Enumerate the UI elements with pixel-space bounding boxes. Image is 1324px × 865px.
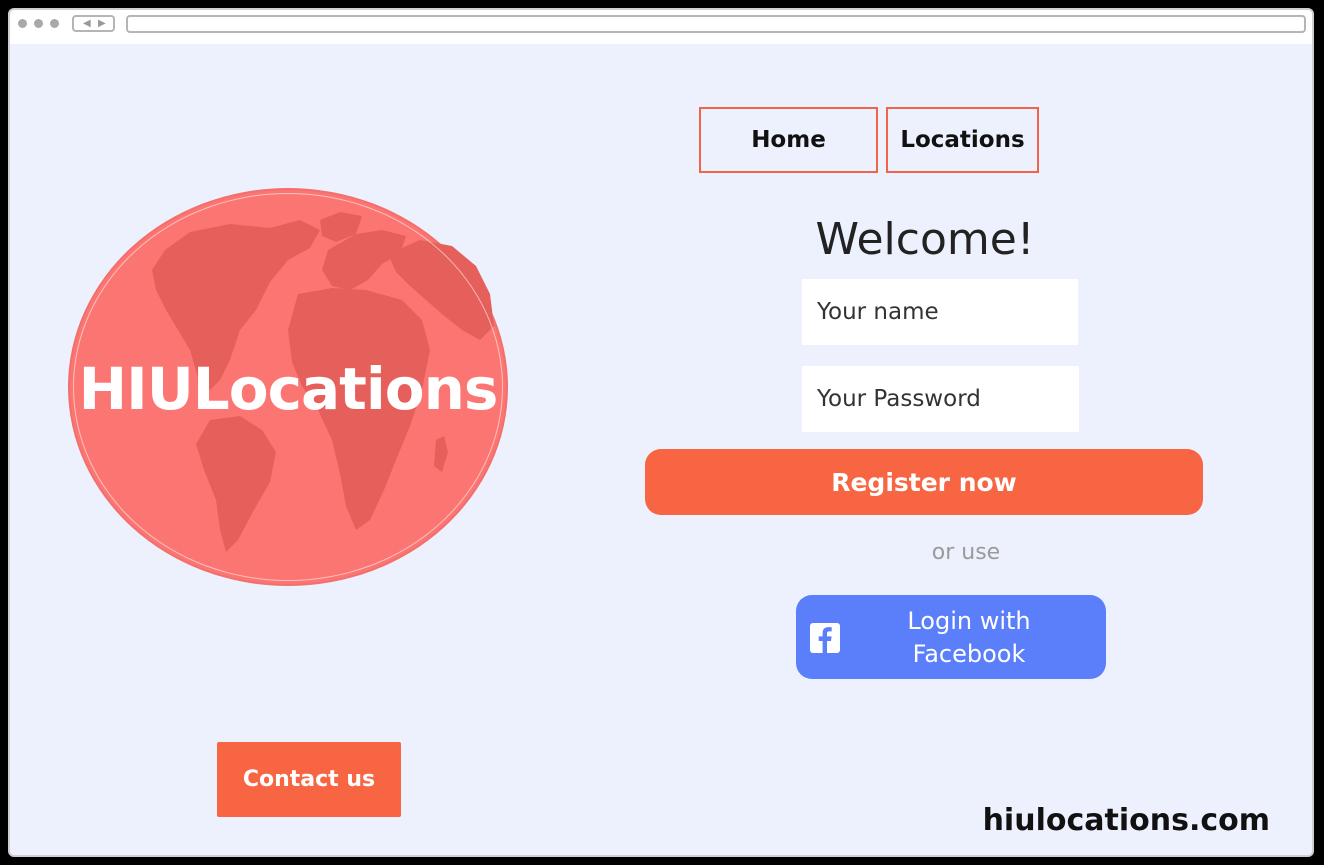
forward-arrow-icon[interactable]: ▶ [98,18,106,30]
browser-window: ◀ ▶ Home Locations HIULocations Welcome!… [8,8,1314,857]
welcome-heading: Welcome! [815,214,1035,265]
facebook-login-label: Login with Facebook [907,607,1031,668]
facebook-icon [810,623,840,653]
browser-chrome: ◀ ▶ [10,10,1312,44]
site-domain: hiulocations.com [982,803,1270,838]
window-dot-icon[interactable] [18,19,27,28]
facebook-login-button[interactable]: Login with Facebook [796,595,1106,679]
nav-locations-button[interactable]: Locations [886,107,1039,173]
address-bar[interactable] [126,15,1306,33]
nav-home-button[interactable]: Home [699,107,878,173]
back-forward-buttons[interactable]: ◀ ▶ [72,15,115,32]
name-input[interactable] [802,279,1078,345]
password-input[interactable] [802,366,1079,432]
window-dot-icon[interactable] [50,19,59,28]
brand-logo-text: HIULocations [78,355,499,423]
window-dot-icon[interactable] [34,19,43,28]
back-arrow-icon[interactable]: ◀ [83,18,91,30]
or-use-label: or use [931,540,1001,565]
register-button[interactable]: Register now [645,449,1203,515]
contact-us-button[interactable]: Contact us [217,742,401,817]
